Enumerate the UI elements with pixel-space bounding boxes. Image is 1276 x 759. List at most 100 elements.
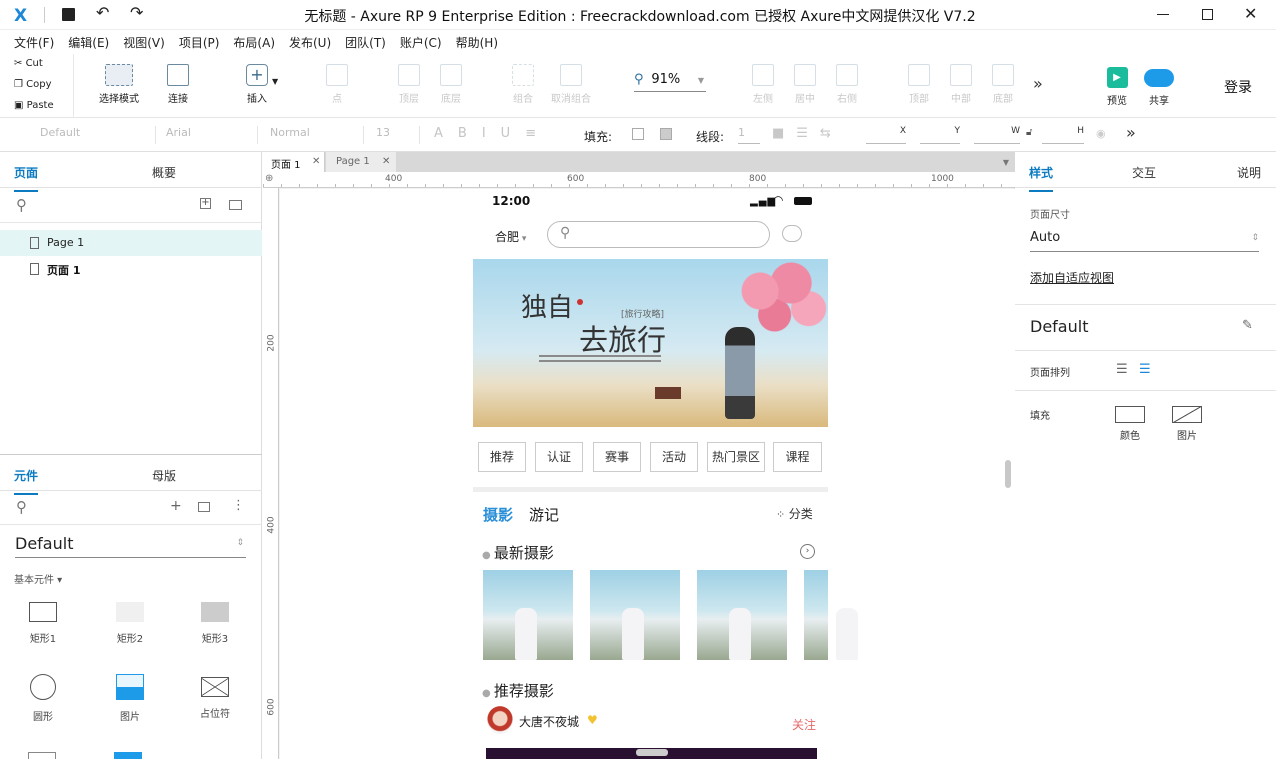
tab-notes[interactable]: 说明 [1237, 164, 1261, 181]
redo-icon[interactable]: ↷ [130, 3, 143, 22]
add-adaptive-view-link[interactable]: 添加自适应视图 [1030, 269, 1114, 286]
follow-button[interactable]: 关注 [792, 716, 816, 733]
menu-account[interactable]: 账户(C) [393, 30, 449, 55]
chat-icon[interactable] [782, 225, 802, 242]
save-icon[interactable] [62, 8, 75, 21]
photo-thumbnail[interactable] [804, 570, 858, 660]
zoom-control[interactable]: ⚲ 91% ▼ [634, 72, 706, 92]
align-left-page-icon[interactable]: ☰ [1116, 362, 1128, 377]
w-input[interactable]: W [974, 126, 1020, 144]
widgets-search-icon[interactable]: ⚲ [16, 498, 27, 516]
pages-search-icon[interactable]: ⚲ [16, 196, 27, 214]
vertical-scrollbar-thumb[interactable] [1005, 460, 1011, 488]
menu-view[interactable]: 视图(V) [116, 30, 172, 55]
ungroup-button[interactable]: 取消组合 [546, 64, 596, 105]
style-select[interactable]: Default [16, 126, 156, 144]
category-button[interactable]: ⁘ 分类 [776, 505, 813, 522]
menu-publish[interactable]: 发布(U) [282, 30, 338, 55]
connect-button[interactable]: 连接 [153, 64, 203, 105]
fill-shadow-icon[interactable] [660, 128, 672, 140]
align-bottom-button[interactable]: 底部 [978, 64, 1028, 105]
tab-masters[interactable]: 母版 [152, 467, 176, 484]
tab-pages[interactable]: 页面 [14, 164, 39, 192]
widget-placeholder[interactable]: 占位符 [185, 674, 245, 720]
library-menu-icon[interactable]: ⋮ [232, 498, 245, 513]
tag-button[interactable]: 课程 [773, 442, 822, 472]
menu-help[interactable]: 帮助(H) [449, 30, 505, 55]
widget-category[interactable]: 基本元件 ▾ [14, 571, 62, 586]
menu-layout[interactable]: 布局(A) [226, 30, 282, 55]
copy-button[interactable]: ❐ Copy [14, 79, 52, 90]
font-color-icon[interactable]: A [434, 126, 458, 141]
photo-thumbnail[interactable] [590, 570, 680, 660]
paste-button[interactable]: ▣ Paste [14, 100, 54, 111]
tab-interactions[interactable]: 交互 [1132, 164, 1156, 181]
tab-style[interactable]: 样式 [1029, 164, 1054, 192]
minimize-icon[interactable] [1157, 14, 1169, 15]
tab-list-dropdown-icon[interactable]: ▼ [1003, 158, 1009, 167]
user-name[interactable]: 大唐不夜城 [519, 713, 579, 730]
widget-rect1[interactable]: 矩形1 [13, 602, 73, 645]
add-folder-icon[interactable] [229, 200, 242, 210]
insert-dropdown-icon[interactable]: ▼ [272, 77, 278, 86]
font-select[interactable]: Arial [160, 126, 258, 144]
tag-button[interactable]: 赛事 [593, 442, 641, 472]
tag-button[interactable]: 认证 [535, 442, 583, 472]
tab-photography[interactable]: 摄影 [483, 504, 513, 525]
visibility-icon[interactable]: ◉ [1096, 127, 1106, 140]
undo-icon[interactable]: ↶ [96, 3, 109, 22]
edit-style-icon[interactable]: ✎ [1242, 318, 1253, 333]
y-input[interactable]: Y [920, 126, 960, 144]
add-library-icon[interactable]: + [170, 498, 182, 514]
cut-button[interactable]: ✂ Cut [14, 58, 43, 69]
italic-icon[interactable]: I [482, 126, 501, 141]
tab-travelogue[interactable]: 游记 [529, 504, 559, 525]
align-center-page-icon[interactable]: ☰ [1139, 362, 1151, 377]
line-style-icons[interactable]: ■☰⇆ [772, 126, 843, 141]
bold-icon[interactable]: B [458, 126, 482, 141]
login-button[interactable]: 登录 [1224, 77, 1252, 97]
widget-rect2[interactable]: 矩形2 [100, 602, 160, 645]
fill-color-icon[interactable] [632, 128, 644, 140]
tab-outline[interactable]: 概要 [152, 164, 176, 181]
widget-circle[interactable]: 圆形 [13, 674, 73, 723]
menu-team[interactable]: 团队(T) [338, 30, 393, 55]
font-size-select[interactable]: 13 [370, 126, 420, 144]
page-size-select[interactable]: Auto ⇕ [1030, 230, 1259, 252]
menu-project[interactable]: 项目(P) [172, 30, 227, 55]
fill-image-button[interactable]: 图片 [1172, 406, 1202, 442]
select-mode-button[interactable]: 选择模式 [93, 64, 145, 105]
city-selector[interactable]: 合肥 ▾ [495, 228, 526, 245]
photo-thumbnail[interactable] [483, 570, 573, 660]
photo-thumbnail[interactable] [697, 570, 787, 660]
phone-search-input[interactable]: ⚲ [547, 221, 770, 248]
menu-edit[interactable]: 编辑(E) [61, 30, 116, 55]
more-tools-icon[interactable]: » [1033, 74, 1043, 93]
fill-color-button[interactable]: 颜色 [1115, 406, 1145, 442]
canvas-tab-active[interactable]: 页面 1 ✕ [263, 152, 325, 172]
close-tab-icon[interactable]: ✕ [382, 156, 390, 167]
widget-image[interactable]: 图片 [100, 674, 160, 723]
h-input[interactable]: H [1042, 126, 1084, 144]
share-button[interactable]: 共享 [1134, 64, 1184, 107]
canvas-tab[interactable]: Page 1 ✕ [326, 152, 396, 172]
page-item[interactable]: Page 1 [0, 230, 262, 256]
x-input[interactable]: X [866, 126, 906, 144]
page-item[interactable]: 页面 1 [0, 256, 262, 282]
close-tab-icon[interactable]: ✕ [312, 156, 320, 167]
close-icon[interactable]: ✕ [1244, 4, 1257, 23]
chevron-right-icon[interactable]: › [800, 544, 815, 559]
library-select[interactable]: Default ⇕ [15, 534, 246, 558]
align-right-button[interactable]: 右侧 [822, 64, 872, 105]
maximize-icon[interactable] [1202, 9, 1213, 20]
group-button[interactable]: 组合 [498, 64, 548, 105]
tag-button[interactable]: 活动 [650, 442, 698, 472]
user-avatar[interactable] [487, 706, 513, 734]
horizontal-scrollbar-thumb[interactable] [636, 749, 668, 756]
tab-widgets[interactable]: 元件 [14, 467, 39, 495]
add-page-icon[interactable]: + [200, 198, 211, 209]
widget-rect3[interactable]: 矩形3 [185, 602, 245, 645]
weight-select[interactable]: Normal [264, 126, 364, 144]
text-align-icon[interactable]: ≡ [525, 126, 551, 141]
point-button[interactable]: 点 [312, 64, 362, 105]
